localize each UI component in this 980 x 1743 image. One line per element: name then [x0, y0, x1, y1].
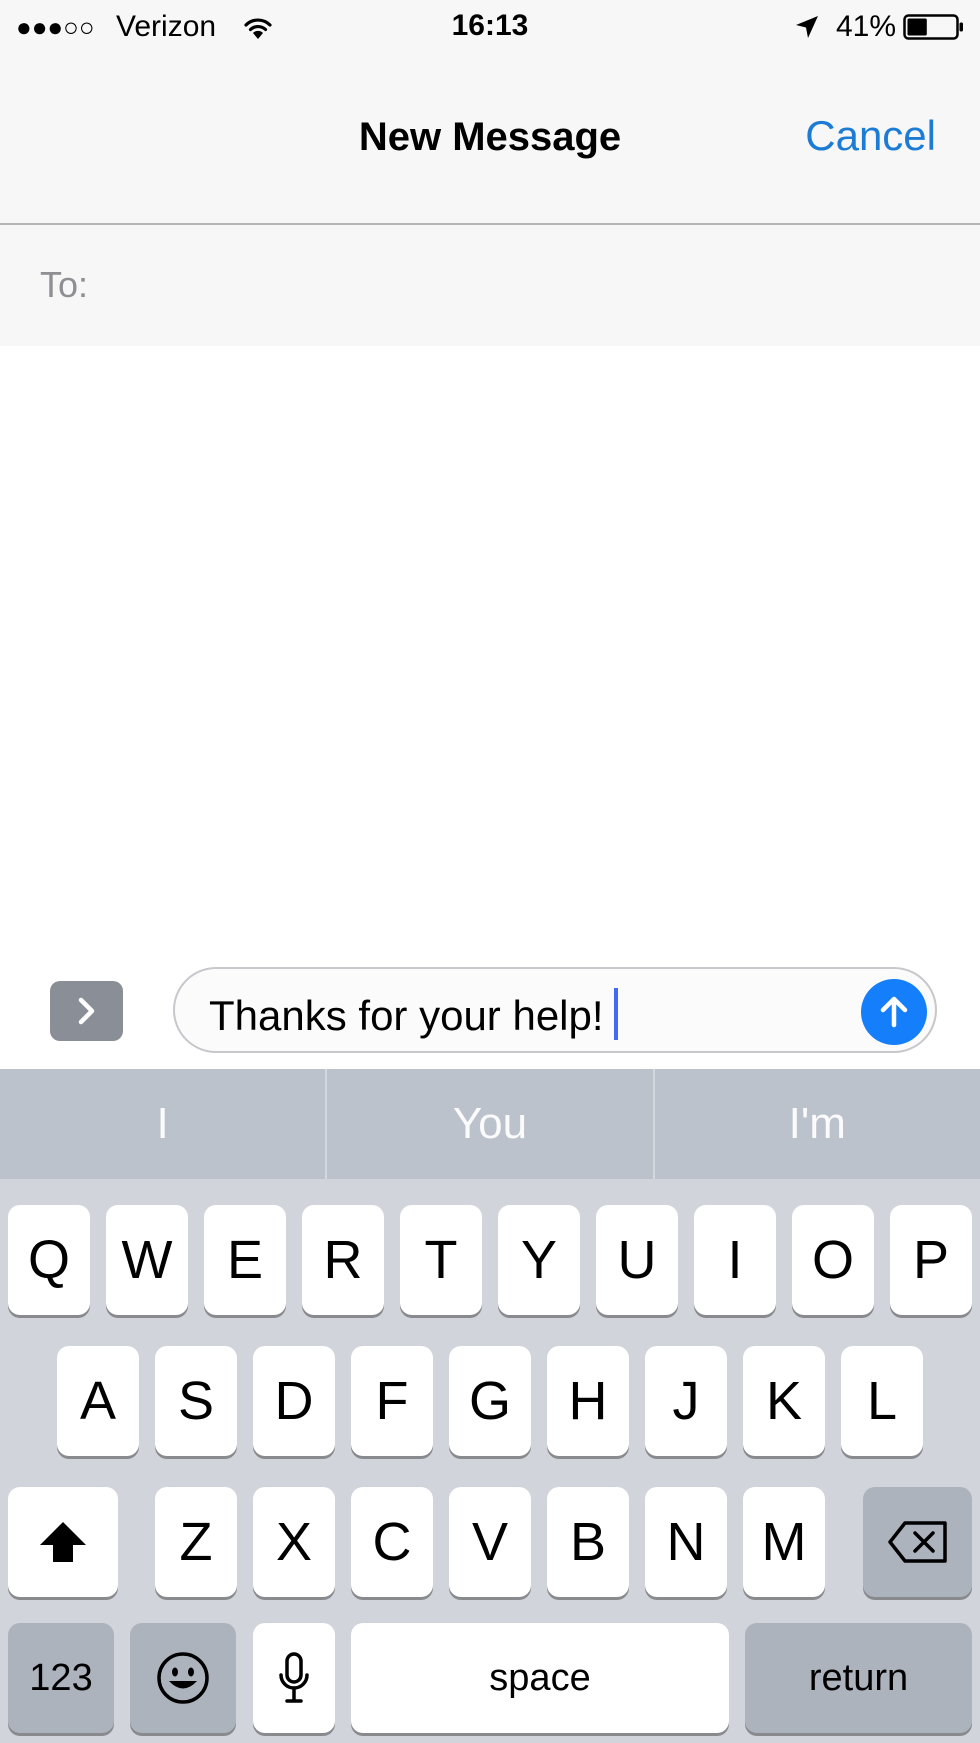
key-d[interactable]: D: [253, 1346, 335, 1456]
key-e[interactable]: E: [204, 1205, 286, 1315]
emoji-key[interactable]: [130, 1623, 236, 1733]
chevron-right-icon: [78, 997, 94, 1025]
message-text-value: Thanks for your help!: [209, 992, 604, 1039]
key-q[interactable]: Q: [8, 1205, 90, 1315]
battery-icon: [903, 14, 963, 40]
key-s[interactable]: S: [155, 1346, 237, 1456]
key-b[interactable]: B: [547, 1487, 629, 1597]
key-r[interactable]: R: [302, 1205, 384, 1315]
key-k[interactable]: K: [743, 1346, 825, 1456]
send-button[interactable]: [861, 979, 927, 1045]
recipient-row: To:: [0, 225, 980, 346]
expand-apps-button[interactable]: [50, 981, 123, 1041]
suggestion-1[interactable]: I: [0, 1069, 325, 1179]
delete-key[interactable]: [863, 1487, 972, 1597]
predictive-text-bar: I You I'm: [0, 1069, 980, 1179]
message-text: Thanks for your help!: [209, 988, 618, 1040]
key-j[interactable]: J: [645, 1346, 727, 1456]
suggestion-3[interactable]: I'm: [655, 1069, 980, 1179]
numbers-key[interactable]: 123: [8, 1623, 114, 1733]
key-m[interactable]: M: [743, 1487, 825, 1597]
microphone-icon: [279, 1652, 309, 1703]
key-t[interactable]: T: [400, 1205, 482, 1315]
key-n[interactable]: N: [645, 1487, 727, 1597]
send-arrow-up-icon: [880, 996, 908, 1028]
key-a[interactable]: A: [57, 1346, 139, 1456]
key-o[interactable]: O: [792, 1205, 874, 1315]
message-input[interactable]: Thanks for your help!: [173, 967, 937, 1053]
navigation-bar: New Message Cancel: [0, 54, 980, 225]
cancel-button[interactable]: Cancel: [805, 112, 936, 160]
battery-percentage: 41%: [836, 10, 897, 43]
key-u[interactable]: U: [596, 1205, 678, 1315]
shift-key[interactable]: [8, 1487, 118, 1597]
key-h[interactable]: H: [547, 1346, 629, 1456]
location-arrow-icon: [796, 16, 818, 38]
key-z[interactable]: Z: [155, 1487, 237, 1597]
key-g[interactable]: G: [449, 1346, 531, 1456]
text-caret: [613, 988, 618, 1040]
message-thread-area: [0, 346, 980, 966]
return-key[interactable]: return: [745, 1623, 972, 1733]
keyboard: Q W E R T Y U I O P A S D F G H J K L Z …: [0, 1179, 980, 1743]
key-p[interactable]: P: [890, 1205, 972, 1315]
recipient-input[interactable]: [110, 245, 954, 327]
key-x[interactable]: X: [253, 1487, 335, 1597]
compose-bar: Thanks for your help!: [0, 966, 980, 1069]
key-l[interactable]: L: [841, 1346, 923, 1456]
key-c[interactable]: C: [351, 1487, 433, 1597]
space-key[interactable]: space: [351, 1623, 729, 1733]
key-v[interactable]: V: [449, 1487, 531, 1597]
emoji-icon: [157, 1652, 209, 1704]
status-bar: ●●●○○ Verizon 16:13 41%: [0, 0, 980, 54]
key-y[interactable]: Y: [498, 1205, 580, 1315]
suggestion-2[interactable]: You: [327, 1069, 652, 1179]
clock: 16:13: [451, 9, 529, 42]
dictation-key[interactable]: [253, 1623, 335, 1733]
delete-icon: [887, 1521, 947, 1563]
recipient-label: To:: [40, 264, 89, 305]
new-message-screen: ●●●○○ Verizon 16:13 41% New Message Canc…: [0, 0, 980, 1743]
key-w[interactable]: W: [106, 1205, 188, 1315]
key-i[interactable]: I: [694, 1205, 776, 1315]
shift-icon: [40, 1522, 86, 1562]
key-f[interactable]: F: [351, 1346, 433, 1456]
